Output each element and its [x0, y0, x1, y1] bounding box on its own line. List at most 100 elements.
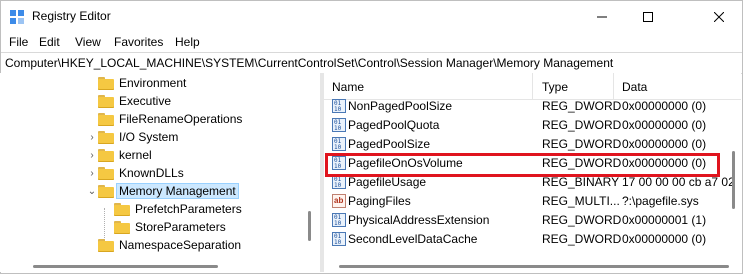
value-name: PhysicalAddressExtension [348, 213, 490, 227]
value-row-physicaladdressextension[interactable]: 01 10 PhysicalAddressExtension REG_DWORD … [324, 211, 741, 230]
chevron-down-icon[interactable]: ⌄ [86, 182, 98, 200]
value-type: REG_DWORD [542, 118, 622, 132]
tree-node-environment[interactable]: Environment [86, 74, 186, 92]
close-button[interactable] [696, 1, 742, 33]
folder-icon [98, 76, 114, 90]
value-name: SecondLevelDataCache [348, 232, 478, 246]
value-data: 17 00 00 00 cb a7 02 [622, 175, 735, 189]
tree-node-label: Executive [119, 94, 172, 108]
minimize-button[interactable] [579, 1, 625, 33]
tree-vertical-scrollbar[interactable] [307, 73, 313, 261]
tree-expander [86, 92, 98, 110]
address-bar[interactable]: Computer\HKEY_LOCAL_MACHINE\SYSTEM\Curre… [1, 52, 742, 74]
binary-value-icon: 01 10 [332, 213, 346, 227]
tree-node-label: PrefetchParameters [135, 202, 242, 216]
tree-node-executive[interactable]: Executive [86, 92, 171, 110]
tree-node-prefetchparameters[interactable]: PrefetchParameters [102, 200, 242, 218]
value-data: ?:\pagefile.sys [622, 194, 699, 208]
value-row-secondleveldatacache[interactable]: 01 10 SecondLevelDataCache REG_DWORD 0x00… [324, 230, 741, 249]
minimize-icon [597, 16, 607, 18]
value-row-nonpagedpoolsize[interactable]: 01 10 NonPagedPoolSize REG_DWORD 0x000000… [324, 97, 741, 116]
highlight-annotation-box [325, 153, 720, 177]
tree-node-label: KnownDLLs [119, 166, 184, 180]
key-tree-pane[interactable]: Environment Executive FileRenameOperatio… [0, 73, 320, 272]
value-type: REG_DWORD [542, 213, 622, 227]
folder-icon [98, 94, 114, 108]
title-bar[interactable]: Registry Editor [1, 1, 742, 33]
tree-node-memory-management[interactable]: ⌄ Memory Management [86, 182, 239, 200]
tree-node-label: NamespaceSeparation [119, 238, 242, 252]
column-header-name[interactable]: Name [332, 80, 364, 94]
tree-node-label: FileRenameOperations [119, 112, 243, 126]
list-horizontal-scrollbar[interactable] [324, 262, 730, 272]
folder-icon [98, 130, 114, 144]
tree-node-io-system[interactable]: › I/O System [86, 128, 178, 146]
list-vertical-scrollbar[interactable] [730, 73, 738, 261]
binary-value-icon: 01 10 [332, 175, 346, 189]
value-name: PagedPoolQuota [348, 118, 440, 132]
folder-icon [114, 220, 130, 234]
tree-node-knowndlls[interactable]: › KnownDLLs [86, 164, 184, 182]
value-name: PagedPoolSize [348, 137, 431, 151]
menu-favorites[interactable]: Favorites [114, 35, 163, 49]
tree-node-storeparameters[interactable]: StoreParameters [102, 218, 226, 236]
tree-vertical-scroll-thumb[interactable] [308, 211, 311, 241]
value-row-pagingfiles[interactable]: ab PagingFiles REG_MULTI... ?:\pagefile.… [324, 192, 741, 211]
menu-view[interactable]: View [75, 35, 101, 49]
tree-horizontal-scrollbar[interactable] [0, 262, 320, 272]
menu-bar: File Edit View Favorites Help [1, 33, 742, 51]
tree-node-kernel[interactable]: › kernel [86, 146, 151, 164]
tree-expander [86, 110, 98, 128]
column-divider[interactable] [613, 73, 614, 99]
value-data: 0x00000000 (0) [622, 232, 707, 246]
tree-expander [86, 74, 98, 92]
tree-node-label: Environment [119, 76, 187, 90]
tree-expander [86, 236, 98, 254]
tree-node-label: StoreParameters [135, 220, 226, 234]
value-data: 0x00000000 (0) [622, 118, 707, 132]
close-icon [714, 12, 724, 22]
tree-expander [102, 218, 114, 236]
value-data: 0x00000000 (0) [622, 137, 707, 151]
tree-node-filerenameoperations[interactable]: FileRenameOperations [86, 110, 242, 128]
tree-expander [102, 200, 114, 218]
value-name: PagefileUsage [348, 175, 427, 189]
folder-icon [98, 166, 114, 180]
column-header-data[interactable]: Data [622, 80, 647, 94]
folder-open-icon [98, 184, 114, 198]
chevron-right-icon[interactable]: › [86, 146, 98, 164]
menu-edit[interactable]: Edit [39, 35, 60, 49]
binary-value-icon: 01 10 [332, 137, 346, 151]
column-divider[interactable] [532, 73, 533, 99]
chevron-right-icon[interactable]: › [86, 164, 98, 182]
tree-node-namespaceseparation[interactable]: NamespaceSeparation [86, 236, 241, 254]
value-type: REG_DWORD [542, 137, 622, 151]
value-type: REG_MULTI... [542, 194, 620, 208]
folder-icon [98, 238, 114, 252]
list-vertical-scroll-thumb[interactable] [732, 151, 735, 209]
string-value-icon: ab [332, 194, 346, 208]
address-path[interactable]: Computer\HKEY_LOCAL_MACHINE\SYSTEM\Curre… [5, 56, 613, 70]
tree-horizontal-scroll-thumb[interactable] [33, 265, 218, 268]
value-type: REG_DWORD [542, 232, 622, 246]
value-type: REG_BINARY [542, 175, 620, 189]
column-header-type[interactable]: Type [542, 80, 568, 94]
value-name: NonPagedPoolSize [348, 99, 453, 113]
value-data: 0x00000001 (1) [622, 213, 707, 227]
tree-node-label: Memory Management [116, 183, 239, 199]
menu-help[interactable]: Help [175, 35, 200, 49]
tree-node-label: I/O System [119, 130, 179, 144]
maximize-icon [643, 12, 653, 22]
list-horizontal-scroll-thumb[interactable] [339, 265, 729, 268]
value-name: PagingFiles [348, 194, 411, 208]
value-row-pagedpoolquota[interactable]: 01 10 PagedPoolQuota REG_DWORD 0x00000000… [324, 116, 741, 135]
window-title: Registry Editor [32, 9, 111, 23]
registry-editor-app-icon [10, 10, 24, 24]
menu-file[interactable]: File [9, 35, 28, 49]
value-row-pagedpoolsize[interactable]: 01 10 PagedPoolSize REG_DWORD 0x00000000 … [324, 135, 741, 154]
chevron-right-icon[interactable]: › [86, 128, 98, 146]
value-type: REG_DWORD [542, 99, 622, 113]
maximize-button[interactable] [625, 1, 671, 33]
value-data: 0x00000000 (0) [622, 99, 707, 113]
folder-icon [98, 148, 114, 162]
